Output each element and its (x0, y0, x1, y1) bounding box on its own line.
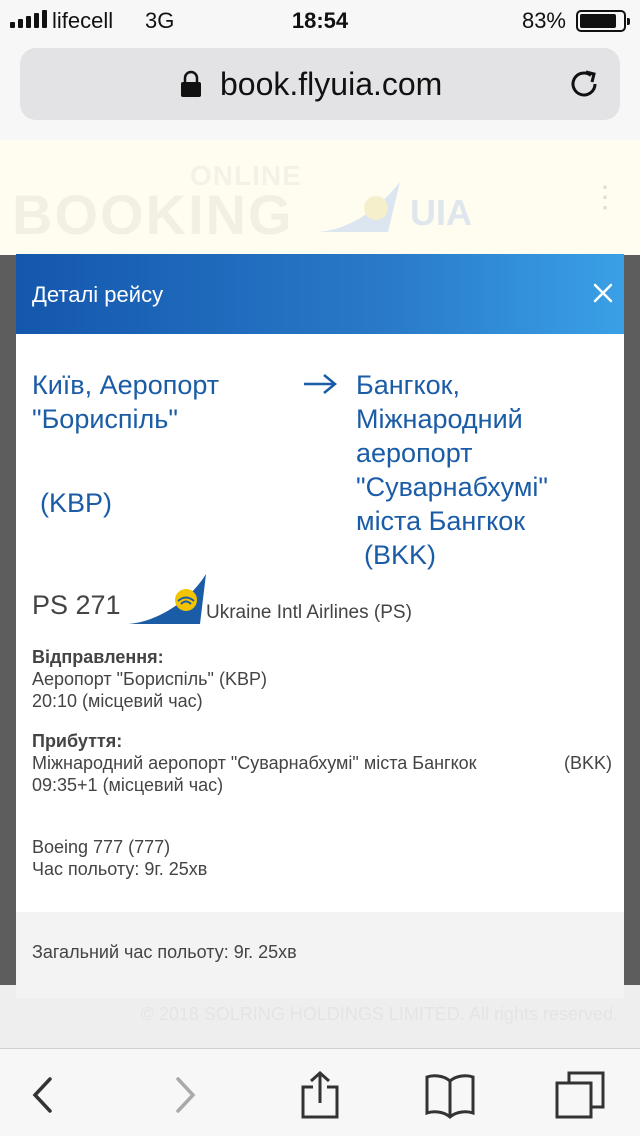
modal-title: Деталі рейсу (32, 282, 164, 307)
header-uia-text: UIA (410, 192, 472, 233)
total-flight-time: Загальний час польоту: 9г. 25хв (32, 942, 297, 962)
browser-toolbar (0, 1048, 640, 1136)
status-bar: lifecell 3G 18:54 83% (0, 0, 640, 40)
browser-chrome: lifecell 3G 18:54 83% book.flyuia.com (0, 0, 640, 140)
booking-header: ONLINE BOOKING UIA ⋮ (0, 140, 640, 255)
arrival-code: (BKK) (563, 753, 612, 773)
close-icon[interactable] (592, 282, 614, 304)
aircraft-section: Boeing 777 (777) Час польоту: 9г. 25хв (32, 836, 612, 880)
back-icon[interactable] (20, 1071, 70, 1119)
origin-code: (KBP) (40, 488, 113, 518)
reload-icon[interactable] (566, 66, 602, 102)
address-bar[interactable]: book.flyuia.com (20, 48, 620, 120)
copyright-text: © 2018 SOLRING HOLDINGS LIMITED. All rig… (140, 1004, 618, 1024)
flight-number: PS 271 (32, 590, 121, 620)
header-booking-text: BOOKING (12, 183, 294, 246)
destination-city: Бангкок, Міжнародний аеропорт "Суварнабх… (356, 370, 548, 536)
airline-name: Ukraine Intl Airlines (PS) (206, 602, 412, 623)
arrival-label: Прибуття: (32, 731, 123, 751)
destination-code: (BKK) (364, 540, 437, 570)
tabs-icon[interactable] (555, 1071, 605, 1119)
arrival-section: Прибуття: Міжнародний аеропорт "Суварнаб… (32, 730, 612, 796)
route-destination: Бангкок, Міжнародний аеропорт "Суварнабх… (356, 368, 616, 572)
departure-time: 20:10 (місцевий час) (32, 691, 203, 711)
departure-section: Відправлення: Аеропорт "Бориспіль" (KBP)… (32, 646, 612, 712)
aircraft-type: Boeing 777 (777) (32, 837, 171, 857)
url-text[interactable]: book.flyuia.com (220, 66, 442, 103)
lock-icon (181, 70, 201, 97)
battery-percent: 83% (521, 8, 566, 33)
modal-footer: Загальний час польоту: 9г. 25хв (16, 912, 624, 998)
menu-icon[interactable]: ⋮ (590, 180, 620, 215)
bookmarks-icon[interactable] (425, 1071, 475, 1119)
share-icon[interactable] (295, 1071, 345, 1119)
departure-label: Відправлення: (32, 647, 164, 667)
origin-city: Київ, Аеропорт "Бориспіль" (32, 370, 220, 434)
route-origin: Київ, Аеропорт "Бориспіль" (KBP) (32, 368, 282, 520)
battery-icon (576, 10, 630, 32)
departure-airport: Аеропорт "Бориспіль" (KBP) (32, 669, 267, 689)
flight-details-modal: Деталі рейсу Київ, Аеропорт "Бориспіль" … (16, 254, 624, 998)
arrival-airport: Міжнародний аеропорт "Суварнабхумі" міст… (32, 753, 477, 773)
airline-logo-icon (128, 574, 206, 624)
uia-logo-faint (318, 182, 400, 232)
flight-duration: Час польоту: 9г. 25хв (32, 859, 208, 879)
arrival-time: 09:35+1 (місцевий час) (32, 775, 224, 795)
forward-icon[interactable] (160, 1071, 210, 1119)
arrow-right-icon (304, 374, 337, 394)
modal-header: Деталі рейсу (16, 254, 624, 334)
